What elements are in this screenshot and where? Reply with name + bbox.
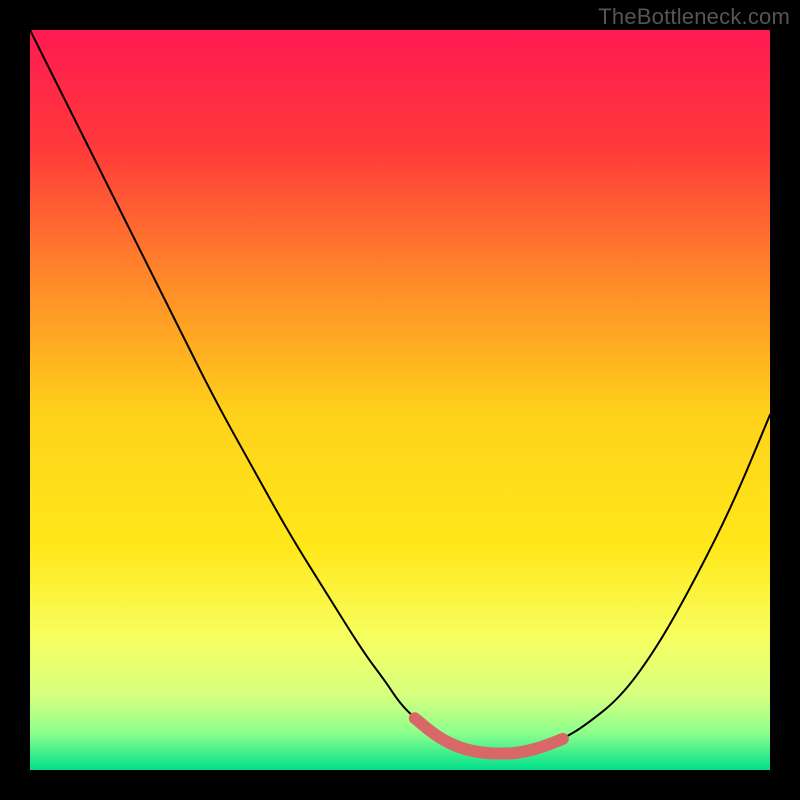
gradient-background xyxy=(30,30,770,770)
watermark-text: TheBottleneck.com xyxy=(598,4,790,30)
plot-area xyxy=(30,30,770,770)
chart-frame: TheBottleneck.com xyxy=(0,0,800,800)
chart-svg xyxy=(30,30,770,770)
